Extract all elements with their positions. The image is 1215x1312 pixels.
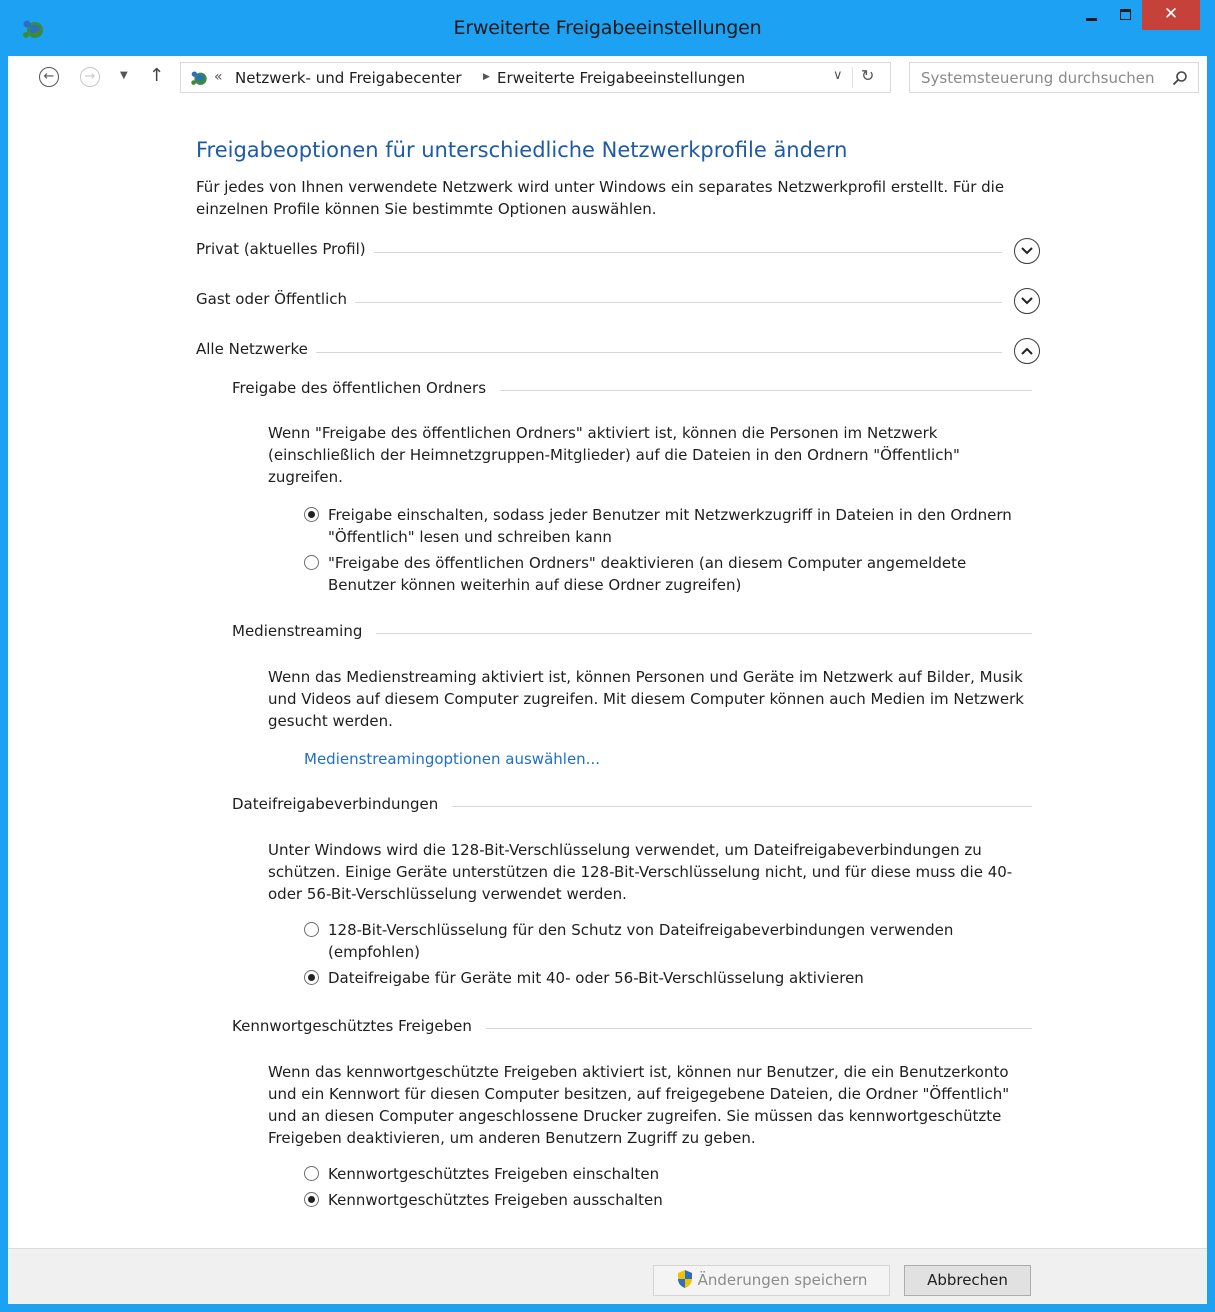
address-dropdown-icon[interactable]: ∨ bbox=[833, 68, 843, 83]
window-title: Erweiterte Freigabeeinstellungen bbox=[453, 17, 762, 39]
search-input[interactable]: Systemsteuerung durchsuchen bbox=[921, 69, 1155, 87]
file-sharing-description: Unter Windows wird die 128-Bit-Verschlüs… bbox=[268, 841, 1013, 903]
chevron-down-icon bbox=[1021, 247, 1033, 255]
window: Erweiterte Freigabeeinstellungen ✕ ← → ▼… bbox=[0, 0, 1215, 1312]
radio-label[interactable]: 128-Bit-Verschlüsselung für den Schutz v… bbox=[328, 919, 1028, 963]
radio-button[interactable] bbox=[304, 1166, 319, 1181]
back-button[interactable]: ← bbox=[39, 67, 59, 87]
radio-label[interactable]: Dateifreigabe für Geräte mit 40- oder 56… bbox=[328, 967, 1028, 989]
media-streaming-description: Wenn das Medienstreaming aktiviert ist, … bbox=[268, 668, 1024, 730]
chevron-up-icon bbox=[1021, 347, 1033, 355]
radio-label[interactable]: Kennwortgeschütztes Freigeben ausschalte… bbox=[328, 1189, 1028, 1211]
section-divider bbox=[196, 352, 1002, 353]
media-streaming-section: Medienstreaming bbox=[232, 622, 1032, 644]
arrow-up-icon: ↑ bbox=[149, 65, 165, 86]
radio-label[interactable]: "Freigabe des öffentlichen Ordners" deak… bbox=[328, 552, 1028, 596]
footer-bar: Änderungen speichern Abbrechen bbox=[8, 1248, 1207, 1304]
profile-guest-label: Gast oder Öffentlich bbox=[196, 290, 355, 308]
maximize-button[interactable] bbox=[1108, 0, 1142, 30]
collapse-button[interactable] bbox=[1014, 338, 1040, 364]
breadcrumb-chevron-icon[interactable]: ▶ bbox=[483, 72, 490, 82]
address-divider bbox=[852, 67, 853, 88]
radio-button[interactable] bbox=[304, 1192, 319, 1207]
save-button-label: Änderungen speichern bbox=[697, 1271, 868, 1289]
radio-label[interactable]: Kennwortgeschütztes Freigeben einschalte… bbox=[328, 1163, 1028, 1185]
close-button[interactable]: ✕ bbox=[1142, 0, 1200, 30]
section-heading: Kennwortgeschütztes Freigeben bbox=[232, 1017, 486, 1035]
radio-button[interactable] bbox=[304, 507, 319, 522]
profile-all-networks[interactable]: Alle Netzwerke bbox=[196, 338, 1040, 364]
radio-button[interactable] bbox=[304, 970, 319, 985]
media-streaming-options-link[interactable]: Medienstreamingoptionen auswählen... bbox=[304, 750, 600, 768]
recent-locations-button[interactable]: ▼ bbox=[120, 70, 128, 81]
breadcrumb-network-center[interactable]: Netzwerk- und Freigabecenter bbox=[235, 69, 462, 87]
address-bar[interactable]: « Netzwerk- und Freigabecenter ▶ Erweite… bbox=[180, 62, 891, 93]
page-title: Freigabeoptionen für unterschiedliche Ne… bbox=[196, 138, 848, 162]
section-heading: Freigabe des öffentlichen Ordners bbox=[232, 379, 501, 397]
public-folder-description: Wenn "Freigabe des öffentlichen Ordners"… bbox=[268, 424, 960, 486]
search-icon[interactable] bbox=[1172, 70, 1188, 86]
minimize-button[interactable] bbox=[1074, 0, 1108, 30]
password-sharing-section: Kennwortgeschütztes Freigeben bbox=[232, 1017, 1032, 1039]
profile-guest-public[interactable]: Gast oder Öffentlich bbox=[196, 288, 1040, 314]
chevron-down-icon: ▼ bbox=[120, 70, 128, 81]
navigation-bar: ← → ▼ ↑ « Netzwerk- und Freigabecenter ▶… bbox=[8, 56, 1207, 100]
cancel-button[interactable]: Abbrechen bbox=[904, 1265, 1031, 1296]
chevron-down-icon bbox=[1021, 297, 1033, 305]
password-sharing-description: Wenn das kennwortgeschützte Freigeben ak… bbox=[268, 1063, 1010, 1147]
refresh-button[interactable]: ↻ bbox=[861, 66, 874, 85]
radio-label[interactable]: Freigabe einschalten, sodass jeder Benut… bbox=[328, 504, 1028, 548]
radio-button[interactable] bbox=[304, 922, 319, 937]
refresh-icon: ↻ bbox=[861, 66, 875, 85]
section-heading: Dateifreigabeverbindungen bbox=[232, 795, 453, 813]
address-overflow-button[interactable]: « bbox=[214, 69, 223, 85]
expand-button[interactable] bbox=[1014, 288, 1040, 314]
close-icon: ✕ bbox=[1163, 4, 1179, 24]
radio-button[interactable] bbox=[304, 555, 319, 570]
forward-button[interactable]: → bbox=[80, 67, 100, 87]
profile-private-label: Privat (aktuelles Profil) bbox=[196, 240, 374, 258]
expand-button[interactable] bbox=[1014, 238, 1040, 264]
arrow-right-icon: → bbox=[84, 69, 96, 84]
profile-all-label: Alle Netzwerke bbox=[196, 340, 316, 358]
file-sharing-section: Dateifreigabeverbindungen bbox=[232, 795, 1032, 817]
page-intro: Für jedes von Ihnen verwendete Netzwerk … bbox=[196, 178, 1005, 218]
save-changes-button[interactable]: Änderungen speichern bbox=[653, 1265, 890, 1296]
title-bar[interactable]: Erweiterte Freigabeeinstellungen ✕ bbox=[8, 0, 1207, 56]
profile-private[interactable]: Privat (aktuelles Profil) bbox=[196, 238, 1040, 264]
search-box[interactable]: Systemsteuerung durchsuchen bbox=[909, 62, 1199, 93]
up-button[interactable]: ↑ bbox=[149, 65, 164, 86]
breadcrumb-advanced-sharing[interactable]: Erweiterte Freigabeeinstellungen bbox=[497, 69, 745, 87]
section-heading: Medienstreaming bbox=[232, 622, 377, 640]
public-folder-section: Freigabe des öffentlichen Ordners bbox=[232, 379, 1032, 401]
uac-shield-icon bbox=[677, 1270, 692, 1288]
network-center-icon bbox=[191, 71, 207, 85]
arrow-left-icon: ← bbox=[43, 69, 55, 84]
